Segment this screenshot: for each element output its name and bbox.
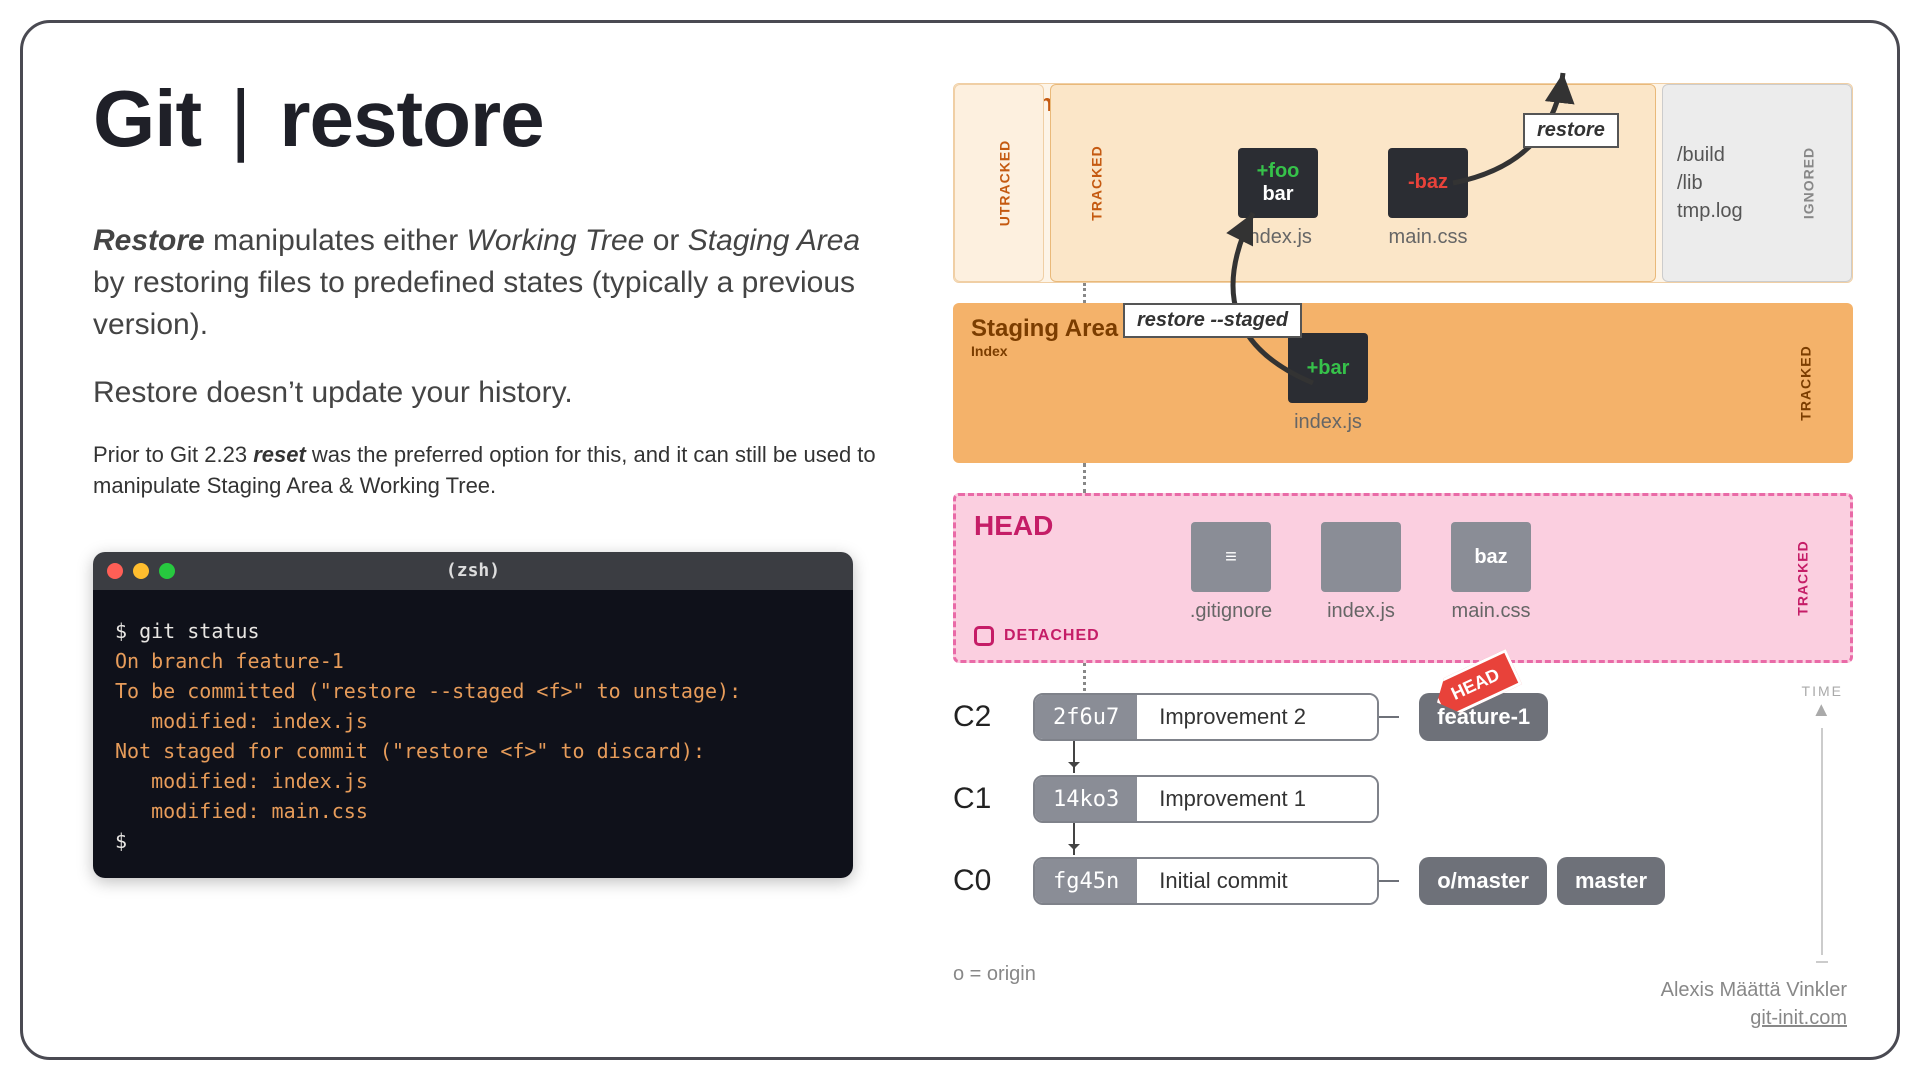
title-pipe: | bbox=[230, 74, 250, 163]
commit-row: C0 fg45n Initial commit o/master master bbox=[953, 857, 1833, 905]
title-part2: restore bbox=[279, 74, 543, 163]
restore-label: restore bbox=[1523, 113, 1619, 148]
wt-file-maincss: -baz main.css bbox=[1383, 148, 1473, 249]
history-paragraph: Restore doesn’t update your history. bbox=[93, 376, 893, 410]
arrow-up-icon: ▲ bbox=[1811, 699, 1833, 722]
head-files: ≡ .gitignore index.js baz main.css bbox=[1186, 522, 1536, 623]
commit-id: C0 bbox=[953, 864, 1033, 898]
checkbox-icon bbox=[974, 626, 994, 646]
commit-arrow-icon bbox=[1073, 823, 1075, 855]
branch-label: master bbox=[1557, 857, 1665, 905]
intro-paragraph: Restore manipulates either Working Tree … bbox=[93, 220, 893, 346]
hamburger-icon: ≡ bbox=[1191, 522, 1271, 592]
commit-pill: 14ko3 Improvement 1 bbox=[1033, 775, 1379, 823]
terminal-title: (zsh) bbox=[93, 560, 853, 581]
commit-hash: fg45n bbox=[1035, 859, 1137, 903]
terminal-body: $ git status On branch feature-1 To be c… bbox=[93, 590, 853, 878]
site-link: git-init.com bbox=[1661, 1004, 1847, 1032]
tracked-label: TRACKED bbox=[1089, 145, 1105, 220]
commit-graph: HEAD C2 2f6u7 Improvement 2 feature-1 C1… bbox=[953, 693, 1833, 939]
staging-sublabel: Index bbox=[971, 343, 1835, 359]
commit-arrow-icon bbox=[1073, 741, 1075, 773]
attribution: Alexis Määttä Vinkler git-init.com bbox=[1661, 976, 1847, 1032]
page-title: Git | restore bbox=[93, 73, 893, 165]
head-file-maincss: baz main.css bbox=[1446, 522, 1536, 623]
time-label: TIME bbox=[1802, 683, 1843, 699]
untracked-label: UTRACKED bbox=[996, 140, 1012, 227]
connector-line-icon bbox=[1379, 880, 1399, 882]
terminal-header: (zsh) bbox=[93, 552, 853, 590]
commit-pill: 2f6u7 Improvement 2 bbox=[1033, 693, 1379, 741]
ignored-column: IGNORED /build /lib tmp.log bbox=[1662, 84, 1852, 282]
connector-line-icon bbox=[1379, 716, 1399, 718]
commit-msg: Initial commit bbox=[1137, 859, 1377, 903]
dotted-connector-icon bbox=[1083, 283, 1086, 303]
commit-msg: Improvement 2 bbox=[1137, 695, 1377, 739]
author-name: Alexis Määttä Vinkler bbox=[1661, 976, 1847, 1004]
ignored-label: IGNORED bbox=[1799, 147, 1819, 219]
commit-id: C1 bbox=[953, 782, 1033, 816]
terminal-window: (zsh) $ git status On branch feature-1 T… bbox=[93, 552, 853, 878]
note-paragraph: Prior to Git 2.23 reset was the preferre… bbox=[93, 440, 893, 502]
intro-bold: Restore bbox=[93, 224, 205, 257]
head-file-gitignore: ≡ .gitignore bbox=[1186, 522, 1276, 623]
time-base-icon bbox=[1816, 961, 1828, 963]
left-column: Git | restore Restore manipulates either… bbox=[93, 73, 893, 878]
commit-row: C1 14ko3 Improvement 1 bbox=[953, 775, 1833, 823]
commit-id: C2 bbox=[953, 700, 1033, 734]
right-column: Working Tree UTRACKED TRACKED +foo bar i… bbox=[953, 83, 1863, 1013]
detached-indicator: DETACHED bbox=[974, 626, 1100, 646]
working-tree-panel: Working Tree UTRACKED TRACKED +foo bar i… bbox=[953, 83, 1853, 283]
commit-msg: Improvement 1 bbox=[1137, 777, 1377, 821]
commit-row: C2 2f6u7 Improvement 2 feature-1 bbox=[953, 693, 1833, 741]
wt-file-indexjs: +foo bar index.js bbox=[1233, 148, 1323, 249]
commit-hash: 2f6u7 bbox=[1035, 695, 1137, 739]
slide-frame: Git | restore Restore manipulates either… bbox=[20, 20, 1900, 1060]
dotted-connector-icon bbox=[1083, 463, 1086, 493]
commit-pill: fg45n Initial commit bbox=[1033, 857, 1379, 905]
untracked-column: UTRACKED bbox=[954, 84, 1044, 282]
staging-tracked-label: TRACKED bbox=[1797, 345, 1813, 420]
commit-hash: 14ko3 bbox=[1035, 777, 1137, 821]
title-part1: Git bbox=[93, 74, 201, 163]
origin-note: o = origin bbox=[953, 963, 1036, 986]
staging-file-indexjs: +bar index.js bbox=[1283, 333, 1373, 434]
time-line-icon bbox=[1821, 728, 1823, 955]
time-axis: TIME ▲ bbox=[1802, 683, 1843, 963]
restore-staged-label: restore --staged bbox=[1123, 303, 1302, 338]
head-tracked-label: TRACKED bbox=[1794, 540, 1810, 615]
head-file-indexjs: index.js bbox=[1316, 522, 1406, 623]
staging-area-panel: Staging Area Index +bar index.js TRACKED bbox=[953, 303, 1853, 463]
staging-label: Staging Area bbox=[971, 315, 1835, 343]
head-panel: HEAD DETACHED TRACKED ≡ .gitignore index… bbox=[953, 493, 1853, 663]
branch-label: o/master bbox=[1419, 857, 1547, 905]
